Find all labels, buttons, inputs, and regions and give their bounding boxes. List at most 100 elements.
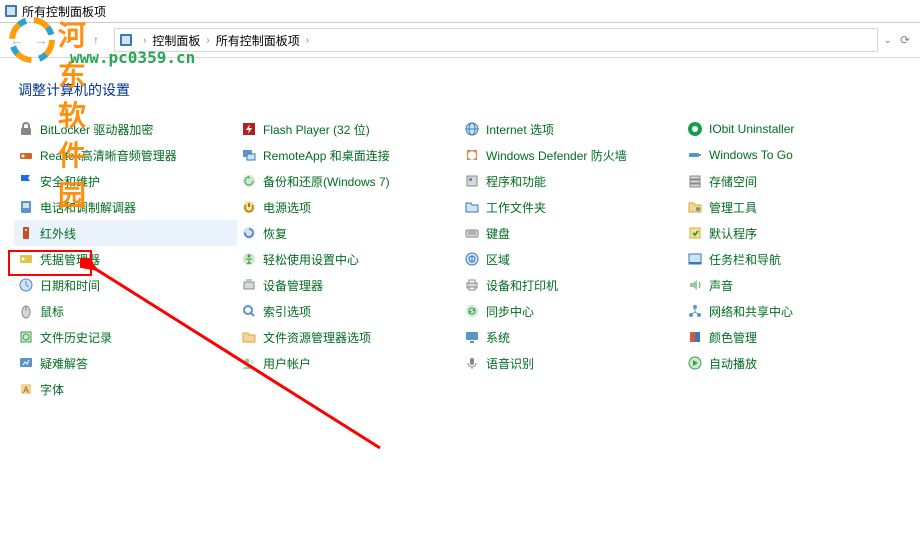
control-panel-item[interactable]: 颜色管理 bbox=[683, 324, 906, 350]
control-panel-item-label[interactable]: RemoteApp 和桌面连接 bbox=[263, 147, 390, 164]
control-panel-item[interactable]: 工作文件夹 bbox=[460, 194, 683, 220]
control-panel-item-label[interactable]: Flash Player (32 位) bbox=[263, 121, 370, 138]
control-panel-item-label[interactable]: 索引选项 bbox=[263, 303, 311, 320]
control-panel-item[interactable]: 声音 bbox=[683, 272, 906, 298]
control-panel-item-label[interactable]: 程序和功能 bbox=[486, 173, 546, 190]
control-panel-item-label[interactable]: 恢复 bbox=[263, 225, 287, 242]
control-panel-item-label[interactable]: 工作文件夹 bbox=[486, 199, 546, 216]
control-panel-item[interactable]: 凭据管理器 bbox=[14, 246, 237, 272]
control-panel-item-label[interactable]: 自动播放 bbox=[709, 355, 757, 372]
control-panel-item[interactable]: 安全和维护 bbox=[14, 168, 237, 194]
control-panel-grid: BitLocker 驱动器加密 Realtek高清晰音频管理器安全和维护电话和调制… bbox=[0, 116, 920, 402]
control-panel-item-label[interactable]: 字体 bbox=[40, 381, 64, 398]
control-panel-item[interactable]: 同步中心 bbox=[460, 298, 683, 324]
control-panel-item[interactable]: 恢复 bbox=[237, 220, 460, 246]
refresh-icon[interactable]: ⌄ bbox=[884, 35, 892, 46]
control-panel-item[interactable]: 默认程序 bbox=[683, 220, 906, 246]
control-panel-item[interactable]: 备份和还原(Windows 7) bbox=[237, 168, 460, 194]
control-panel-item[interactable]: 管理工具 bbox=[683, 194, 906, 220]
control-panel-item-label[interactable]: Windows To Go bbox=[709, 148, 793, 162]
control-panel-item[interactable]: 设备管理器 bbox=[237, 272, 460, 298]
keyboard-icon bbox=[464, 225, 480, 241]
control-panel-item[interactable]: 区域 bbox=[460, 246, 683, 272]
control-panel-item[interactable]: 鼠标 bbox=[14, 298, 237, 324]
chevron-right-icon[interactable]: › bbox=[306, 35, 309, 46]
chevron-right-icon[interactable]: › bbox=[206, 35, 209, 46]
up-button[interactable]: ↑ bbox=[86, 30, 106, 50]
control-panel-item[interactable]: 文件历史记录 bbox=[14, 324, 237, 350]
control-panel-item-label[interactable]: 日期和时间 bbox=[40, 277, 100, 294]
control-panel-item[interactable]: 日期和时间 bbox=[14, 272, 237, 298]
control-panel-item-label[interactable]: 凭据管理器 bbox=[40, 251, 100, 268]
control-panel-item-label[interactable]: 任务栏和导航 bbox=[709, 251, 781, 268]
control-panel-item[interactable]: 疑难解答 bbox=[14, 350, 237, 376]
control-panel-item-label[interactable]: 电话和调制解调器 bbox=[40, 199, 136, 216]
control-panel-item[interactable]: 文件资源管理器选项 bbox=[237, 324, 460, 350]
control-panel-item[interactable]: 电话和调制解调器 bbox=[14, 194, 237, 220]
control-panel-item-label[interactable]: 安全和维护 bbox=[40, 173, 100, 190]
control-panel-item[interactable]: IObit Uninstaller bbox=[683, 116, 906, 142]
control-panel-item-label[interactable]: 红外线 bbox=[40, 225, 76, 242]
control-panel-item[interactable]: 任务栏和导航 bbox=[683, 246, 906, 272]
control-panel-item-label[interactable]: 电源选项 bbox=[263, 199, 311, 216]
refresh-button[interactable]: ⟳ bbox=[900, 33, 910, 47]
control-panel-item-label[interactable]: 语音识别 bbox=[486, 355, 534, 372]
control-panel-item[interactable]: A字体 bbox=[14, 376, 237, 402]
control-panel-item-label[interactable]: 文件历史记录 bbox=[40, 329, 112, 346]
control-panel-item[interactable]: Internet 选项 bbox=[460, 116, 683, 142]
control-panel-item[interactable]: 网络和共享中心 bbox=[683, 298, 906, 324]
control-panel-item-label[interactable]: 系统 bbox=[486, 329, 510, 346]
control-panel-item[interactable]: 存储空间 bbox=[683, 168, 906, 194]
control-panel-item-label[interactable]: 键盘 bbox=[486, 225, 510, 242]
control-panel-item-label[interactable]: 网络和共享中心 bbox=[709, 303, 793, 320]
control-panel-item[interactable]: RemoteApp 和桌面连接 bbox=[237, 142, 460, 168]
forward-button[interactable]: → bbox=[30, 29, 52, 51]
control-panel-item-label[interactable]: 存储空间 bbox=[709, 173, 757, 190]
control-panel-item[interactable]: 系统 bbox=[460, 324, 683, 350]
control-panel-item-label[interactable]: BitLocker 驱动器加密 bbox=[40, 121, 153, 138]
control-panel-item[interactable]: Flash Player (32 位) bbox=[237, 116, 460, 142]
indexing-icon bbox=[241, 303, 257, 319]
control-panel-item-label[interactable]: 颜色管理 bbox=[709, 329, 757, 346]
control-panel-item-label[interactable]: 默认程序 bbox=[709, 225, 757, 242]
control-panel-item[interactable]: 索引选项 bbox=[237, 298, 460, 324]
control-panel-item-label[interactable]: Windows Defender 防火墙 bbox=[486, 147, 627, 164]
breadcrumb[interactable]: › 控制面板 › 所有控制面板项 › bbox=[114, 28, 878, 52]
control-panel-item[interactable]: 电源选项 bbox=[237, 194, 460, 220]
control-panel-item[interactable]: 用户帐户 bbox=[237, 350, 460, 376]
control-panel-item[interactable]: 轻松使用设置中心 bbox=[237, 246, 460, 272]
dropdown-history-button[interactable]: ⌄ bbox=[58, 30, 78, 50]
control-panel-item-label[interactable]: 管理工具 bbox=[709, 199, 757, 216]
control-panel-item-label[interactable]: 区域 bbox=[486, 251, 510, 268]
control-panel-item-label[interactable]: 备份和还原(Windows 7) bbox=[263, 173, 390, 190]
control-panel-item-label[interactable]: 疑难解答 bbox=[40, 355, 88, 372]
control-panel-item[interactable]: BitLocker 驱动器加密 bbox=[14, 116, 237, 142]
control-panel-item[interactable]: 键盘 bbox=[460, 220, 683, 246]
control-panel-item-label[interactable]: 声音 bbox=[709, 277, 733, 294]
control-panel-item[interactable]: Realtek高清晰音频管理器 bbox=[14, 142, 237, 168]
breadcrumb-item-all-items[interactable]: 所有控制面板项 bbox=[216, 32, 300, 49]
mouse-icon bbox=[18, 303, 34, 319]
control-panel-item-label[interactable]: 设备管理器 bbox=[263, 277, 323, 294]
phone-icon bbox=[18, 199, 34, 215]
control-panel-item-label[interactable]: 用户帐户 bbox=[263, 355, 311, 372]
control-panel-item-label[interactable]: 鼠标 bbox=[40, 303, 64, 320]
control-panel-item[interactable]: 自动播放 bbox=[683, 350, 906, 376]
control-panel-item-label[interactable]: 文件资源管理器选项 bbox=[263, 329, 371, 346]
control-panel-item-label[interactable]: Internet 选项 bbox=[486, 121, 554, 138]
control-panel-item[interactable]: Windows To Go bbox=[683, 142, 906, 168]
control-panel-item[interactable]: 红外线 bbox=[14, 220, 237, 246]
control-panel-item[interactable]: 设备和打印机 bbox=[460, 272, 683, 298]
chevron-right-icon[interactable]: › bbox=[143, 35, 146, 46]
control-panel-item-label[interactable]: 设备和打印机 bbox=[486, 277, 558, 294]
breadcrumb-item-control-panel[interactable]: 控制面板 bbox=[152, 32, 200, 49]
control-panel-item[interactable]: Windows Defender 防火墙 bbox=[460, 142, 683, 168]
control-panel-item[interactable]: 程序和功能 bbox=[460, 168, 683, 194]
control-panel-item-label[interactable]: IObit Uninstaller bbox=[709, 122, 794, 136]
back-button[interactable]: ← bbox=[6, 29, 28, 51]
network-icon bbox=[687, 303, 703, 319]
control-panel-item[interactable]: 语音识别 bbox=[460, 350, 683, 376]
control-panel-item-label[interactable]: 同步中心 bbox=[486, 303, 534, 320]
control-panel-item-label[interactable]: 轻松使用设置中心 bbox=[263, 251, 359, 268]
control-panel-item-label[interactable]: Realtek高清晰音频管理器 bbox=[40, 147, 177, 164]
